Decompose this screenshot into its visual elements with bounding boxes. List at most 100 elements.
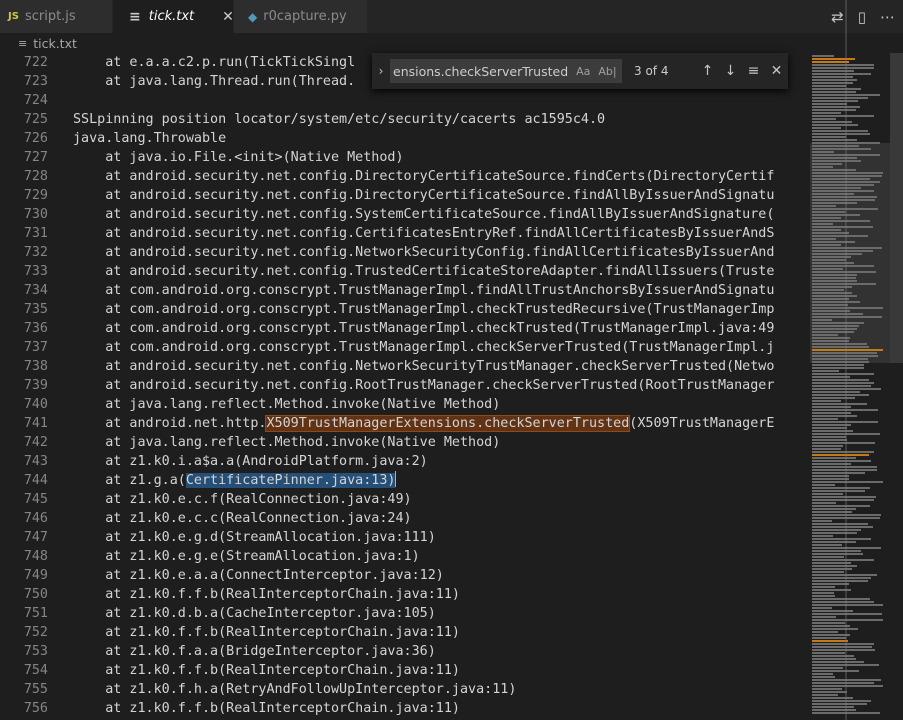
code-line[interactable]: 747 at z1.k0.e.g.d(StreamAllocation.java… — [0, 528, 810, 547]
minimap-line — [812, 493, 843, 495]
match-case-icon[interactable]: Aa — [576, 65, 590, 78]
code-line[interactable]: 734 at com.android.org.conscrypt.TrustMa… — [0, 281, 810, 300]
line-text: at android.security.net.config.Certifica… — [73, 226, 775, 241]
next-match-icon[interactable]: ↓ — [719, 63, 742, 79]
toggle-replace-icon[interactable]: › — [372, 64, 390, 78]
code-line[interactable]: 741 at android.net.http.X509TrustManager… — [0, 414, 810, 433]
code-line[interactable]: 743 at z1.k0.i.a$a.a(AndroidPlatform.jav… — [0, 452, 810, 471]
minimap-line — [812, 553, 863, 555]
minimap-line — [812, 235, 868, 237]
match-whole-word-icon[interactable]: Ab| — [598, 65, 616, 78]
line-number: 723 — [23, 74, 48, 89]
scrollbar-thumb[interactable] — [890, 53, 903, 363]
tab-tick-txt[interactable]: ≡ tick.txt ✕ — [113, 0, 234, 33]
minimap-line — [812, 88, 861, 90]
minimap-line — [812, 688, 842, 690]
previous-match-icon[interactable]: ↑ — [696, 63, 719, 79]
code-line[interactable]: 753 at z1.k0.f.a.a(BridgeInterceptor.jav… — [0, 642, 810, 661]
code-line[interactable]: 756 at z1.k0.f.f.b(RealInterceptorChain.… — [0, 699, 810, 718]
code-line[interactable]: 744 at z1.g.a(CertificatePinner.java:13) — [0, 471, 810, 490]
minimap-line — [812, 571, 844, 573]
minimap-line — [812, 109, 856, 111]
minimap-line — [812, 532, 857, 534]
line-number: 752 — [23, 625, 48, 640]
minimap-line — [812, 640, 848, 642]
minimap-line — [812, 265, 874, 267]
line-number: 745 — [23, 492, 48, 507]
code-line[interactable]: 729 at android.security.net.config.Direc… — [0, 186, 810, 205]
minimap-line — [812, 247, 882, 249]
split-editor-icon[interactable]: ▯ — [858, 8, 866, 26]
code-line[interactable]: 725 SSLpinning position locator/system/et… — [0, 110, 810, 129]
minimap-line — [812, 490, 865, 492]
minimap-line — [812, 301, 860, 303]
code-line[interactable]: 748 at z1.k0.e.g.e(StreamAllocation.java… — [0, 547, 810, 566]
code-line[interactable]: 755 at z1.k0.f.h.a(RetryAndFollowUpInter… — [0, 680, 810, 699]
minimap-line — [812, 481, 883, 483]
minimap-line — [812, 64, 874, 66]
minimap-line — [812, 646, 872, 648]
code-line[interactable]: 737 at com.android.org.conscrypt.TrustMa… — [0, 338, 810, 357]
minimap-line — [812, 661, 864, 663]
close-icon[interactable]: ✕ — [765, 63, 788, 79]
minimap-line — [812, 106, 860, 108]
minimap-line — [812, 391, 860, 393]
minimap-line — [812, 586, 835, 588]
code-line[interactable]: 730 at android.security.net.config.Syste… — [0, 205, 810, 224]
minimap-line — [812, 364, 864, 366]
minimap-line — [812, 616, 836, 618]
code-line[interactable]: 728 at android.security.net.config.Direc… — [0, 167, 810, 186]
close-icon[interactable]: ✕ — [222, 9, 234, 25]
code-line[interactable]: 727 at java.io.File.<init>(Native Method… — [0, 148, 810, 167]
line-number: 740 — [23, 397, 48, 412]
code-line[interactable]: 752 at z1.k0.f.f.b(RealInterceptorChain.… — [0, 623, 810, 642]
minimap-line — [812, 703, 867, 705]
code-line[interactable]: 740 at java.lang.reflect.Method.invoke(N… — [0, 395, 810, 414]
minimap[interactable] — [810, 53, 890, 720]
code-line[interactable]: 746 at z1.k0.e.c.c(RealConnection.java:2… — [0, 509, 810, 528]
minimap-line — [812, 394, 869, 396]
breadcrumb-item[interactable]: tick.txt — [33, 36, 77, 51]
minimap-line — [812, 328, 857, 330]
more-actions-icon[interactable]: ⋯ — [880, 8, 895, 26]
tab-r0capture-py[interactable]: ◆ r0capture.py — [234, 0, 368, 33]
code-line[interactable]: 736 at com.android.org.conscrypt.TrustMa… — [0, 319, 810, 338]
code-line[interactable]: 724 — [0, 91, 810, 110]
minimap-line — [812, 613, 882, 615]
code-line[interactable]: 738 at android.security.net.config.Netwo… — [0, 357, 810, 376]
minimap-line — [812, 637, 846, 639]
find-in-selection-icon[interactable]: ≡ — [742, 63, 765, 79]
code-line[interactable]: 745 at z1.k0.e.c.f(RealConnection.java:4… — [0, 490, 810, 509]
minimap-line — [812, 259, 846, 261]
code-line[interactable]: 733 at android.security.net.config.Trust… — [0, 262, 810, 281]
minimap-line — [812, 670, 859, 672]
code-line[interactable]: 749 at z1.k0.e.a.a(ConnectInterceptor.ja… — [0, 566, 810, 585]
line-text: at java.lang.reflect.Method.invoke(Nativ… — [73, 435, 501, 450]
code-line[interactable]: 754 at z1.k0.f.f.b(RealInterceptorChain.… — [0, 661, 810, 680]
tab-label: r0capture.py — [263, 9, 347, 24]
line-number: 749 — [23, 568, 48, 583]
code-editor[interactable]: 722 at e.a.a.c2.p.run(TickTickSingl 723 a… — [0, 53, 810, 720]
minimap-line — [812, 268, 843, 270]
minimap-line — [812, 202, 857, 204]
code-line[interactable]: 735 at com.android.org.conscrypt.TrustMa… — [0, 300, 810, 319]
minimap-line — [812, 538, 871, 540]
code-line[interactable]: 750 at z1.k0.f.f.b(RealInterceptorChain.… — [0, 585, 810, 604]
code-line[interactable]: 751 at z1.k0.d.b.a(CacheInterceptor.java… — [0, 604, 810, 623]
line-text: at z1.k0.e.a.a(ConnectInterceptor.java:1… — [73, 568, 444, 583]
minimap-line — [812, 454, 869, 456]
minimap-line — [812, 598, 870, 600]
compare-changes-icon[interactable]: ⇄ — [831, 8, 844, 26]
vertical-scrollbar[interactable] — [890, 53, 903, 720]
tab-script-js[interactable]: JS script.js — [0, 0, 113, 33]
code-line[interactable]: 732 at android.security.net.config.Netwo… — [0, 243, 810, 262]
code-line[interactable]: 739 at android.security.net.config.RootT… — [0, 376, 810, 395]
minimap-line — [812, 415, 857, 417]
minimap-line — [812, 535, 833, 537]
vertical-ruler — [845, 0, 847, 720]
find-input[interactable]: ensions.checkServerTrusted Aa Ab| .* — [390, 59, 622, 83]
code-line[interactable]: 731 at android.security.net.config.Certi… — [0, 224, 810, 243]
line-text: at z1.k0.f.f.b(RealInterceptorChain.java… — [73, 701, 460, 716]
code-line[interactable]: 742 at java.lang.reflect.Method.invoke(N… — [0, 433, 810, 452]
code-line[interactable]: 726 java.lang.Throwable — [0, 129, 810, 148]
